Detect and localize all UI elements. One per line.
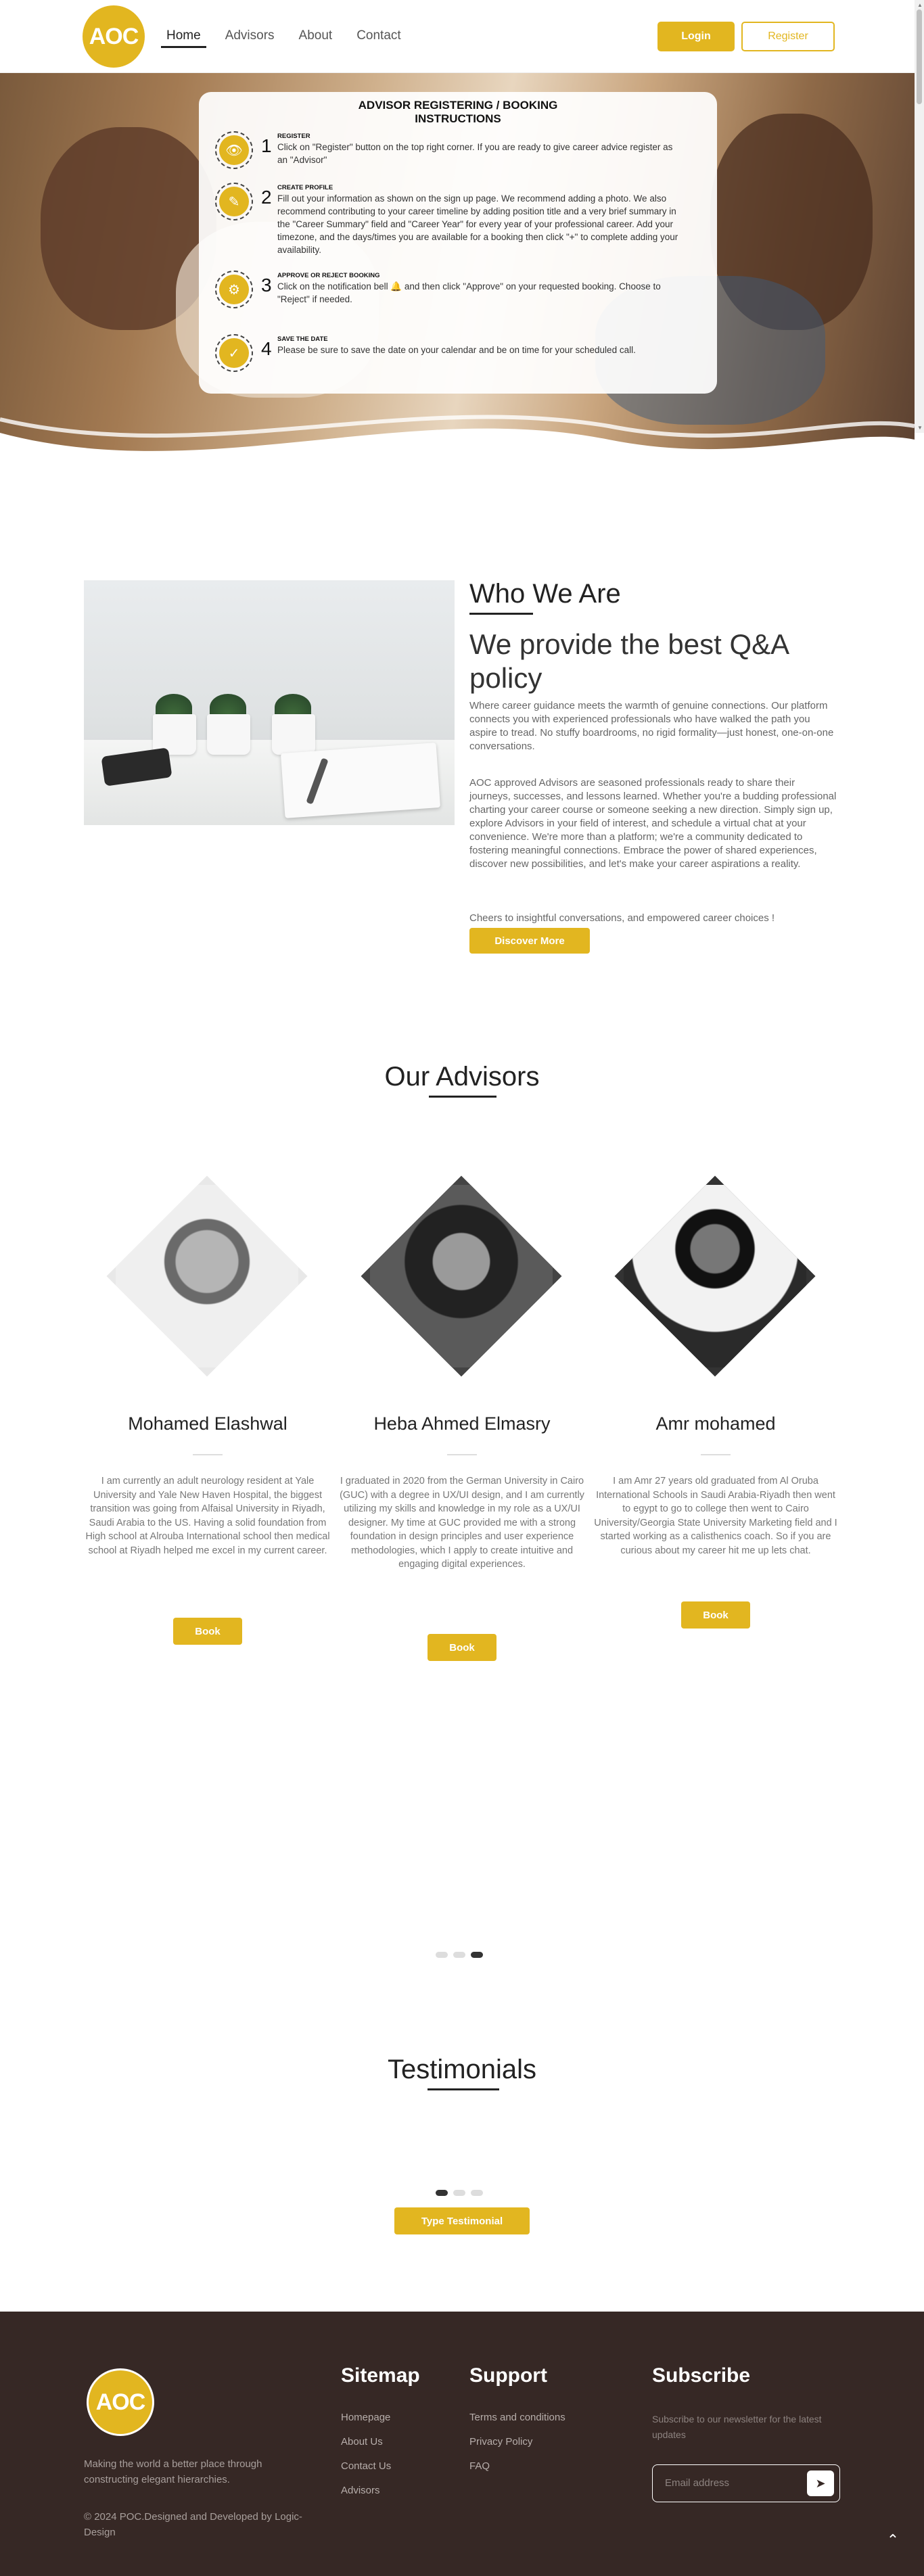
pencil-icon: ✎ [219,187,249,216]
who-paragraph-3: Cheers to insightful conversations, and … [469,912,775,924]
site-footer: AOC Making the world a better place thro… [0,2312,924,2576]
footer-logo[interactable]: AOC [87,2368,154,2436]
advisor-description: I graduated in 2020 from the German Univ… [340,1476,584,1570]
main-nav: Home Advisors About Contact [161,26,420,48]
book-button[interactable]: Book [173,1618,242,1645]
footer-link-homepage[interactable]: Homepage [341,2412,390,2423]
book-button[interactable]: Book [428,1634,496,1661]
step-2-badge: ✎ [215,183,253,220]
advisor-photo [106,1175,308,1377]
site-header: AOC Home Advisors About Contact Login Re… [0,0,924,73]
step-3-badge: ⚙ [215,271,253,308]
hero-wave-divider [0,415,915,500]
step-number: 1 [261,135,272,156]
footer-link-advisors[interactable]: Advisors [341,2485,380,2496]
advisor-photo [361,1175,562,1377]
eye-icon: 👁 [219,135,249,165]
who-we-are-image [84,580,455,825]
step-number: 4 [261,338,272,359]
page-scrollbar[interactable]: ▲ ▼ [915,0,924,433]
title-underline [429,1096,496,1098]
who-we-are-title: Who We Are [469,579,621,609]
carousel-dot[interactable] [453,2190,465,2196]
nav-home[interactable]: Home [161,26,206,48]
advisor-name: Amr mohamed [655,1413,776,1434]
footer-link-terms[interactable]: Terms and conditions [469,2412,565,2423]
advisor-divider [447,1454,477,1455]
step-text: Fill out your information as shown on th… [277,193,678,255]
advisors-carousel-dots [436,1952,483,1958]
aoc-logo[interactable]: AOC [83,5,145,68]
carousel-dot[interactable] [453,1952,465,1958]
step-register: 👁 1 REGISTER Click on "Register" button … [215,131,702,172]
advisor-photo [614,1175,816,1377]
scroll-up-icon[interactable]: ▲ [917,2,923,8]
footer-copyright: © 2024 POC.Designed and Developed by Log… [84,2511,302,2538]
instructions-panel: ADVISOR REGISTERING / BOOKING INSTRUCTIO… [199,92,717,394]
email-placeholder: Email address [665,2477,730,2489]
step-save-date: ✓ 4 SAVE THE DATE Please be sure to save… [215,334,702,375]
step-1-badge: 👁 [215,131,253,169]
gear-icon: ⚙ [219,275,249,304]
step-heading: SAVE THE DATE [277,335,328,343]
footer-link-privacy[interactable]: Privacy Policy [469,2436,532,2448]
step-heading: APPROVE OR REJECT BOOKING [277,272,380,279]
nav-advisors[interactable]: Advisors [220,26,280,48]
sitemap-heading: Sitemap [341,2364,420,2387]
step-number: 3 [261,275,272,296]
scrollbar-thumb[interactable] [917,9,922,104]
book-button[interactable]: Book [681,1601,750,1629]
advisor-description: I am Amr 27 years old graduated from Al … [594,1476,837,1556]
step-create-profile: ✎ 2 CREATE PROFILE Fill out your informa… [215,183,702,257]
back-to-top-icon[interactable]: ⌃ [879,2527,906,2554]
testimonials-carousel-dots [436,2190,483,2196]
login-button[interactable]: Login [657,22,735,51]
carousel-dot-active[interactable] [436,2190,448,2196]
instructions-title: ADVISOR REGISTERING / BOOKING INSTRUCTIO… [358,99,558,125]
scroll-down-icon[interactable]: ▼ [917,425,923,431]
step-4-badge: ✓ [215,334,253,372]
who-we-are-subtitle: We provide the best Q&A policy [469,628,788,694]
title-underline [469,613,533,615]
carousel-dot-active[interactable] [471,1952,483,1958]
title-underline [428,2088,499,2090]
register-button[interactable]: Register [741,22,835,51]
check-icon: ✓ [219,338,249,368]
step-text: Click on the notification bell 🔔 and the… [277,281,661,304]
footer-link-faq[interactable]: FAQ [469,2460,490,2472]
carousel-dot[interactable] [436,1952,448,1958]
who-paragraph-1: Where career guidance meets the warmth o… [469,700,834,752]
advisor-divider [193,1454,223,1455]
nav-contact[interactable]: Contact [351,26,406,48]
footer-tagline: Making the world a better place through … [84,2458,262,2485]
step-approve-booking: ⚙ 3 APPROVE OR REJECT BOOKING Click on t… [215,271,702,311]
step-text: Click on "Register" button on the top ri… [277,142,673,165]
discover-more-button[interactable]: Discover More [469,928,590,954]
footer-link-about[interactable]: About Us [341,2436,383,2448]
nav-about[interactable]: About [294,26,338,48]
step-heading: REGISTER [277,133,310,140]
testimonials-title: Testimonials [387,2055,537,2084]
advisor-divider [701,1454,731,1455]
type-testimonial-button[interactable]: Type Testimonial [394,2207,530,2234]
who-paragraph-2: AOC approved Advisors are seasoned profe… [469,777,837,870]
step-heading: CREATE PROFILE [277,184,333,191]
footer-link-contact[interactable]: Contact Us [341,2460,391,2472]
subscribe-text: Subscribe to our newsletter for the late… [652,2414,822,2440]
advisor-description: I am currently an adult neurology reside… [85,1476,330,1556]
advisor-name: Heba Ahmed Elmasry [373,1413,551,1434]
step-number: 2 [261,187,272,208]
subscribe-heading: Subscribe [652,2364,751,2387]
advisors-title: Our Advisors [384,1062,540,1092]
support-heading: Support [469,2364,547,2387]
carousel-dot[interactable] [471,2190,483,2196]
advisor-name: Mohamed Elashwal [128,1413,287,1434]
send-icon[interactable]: ➤ [807,2470,834,2496]
step-text: Please be sure to save the date on your … [277,345,636,355]
email-field[interactable]: Email address ➤ [652,2464,840,2502]
